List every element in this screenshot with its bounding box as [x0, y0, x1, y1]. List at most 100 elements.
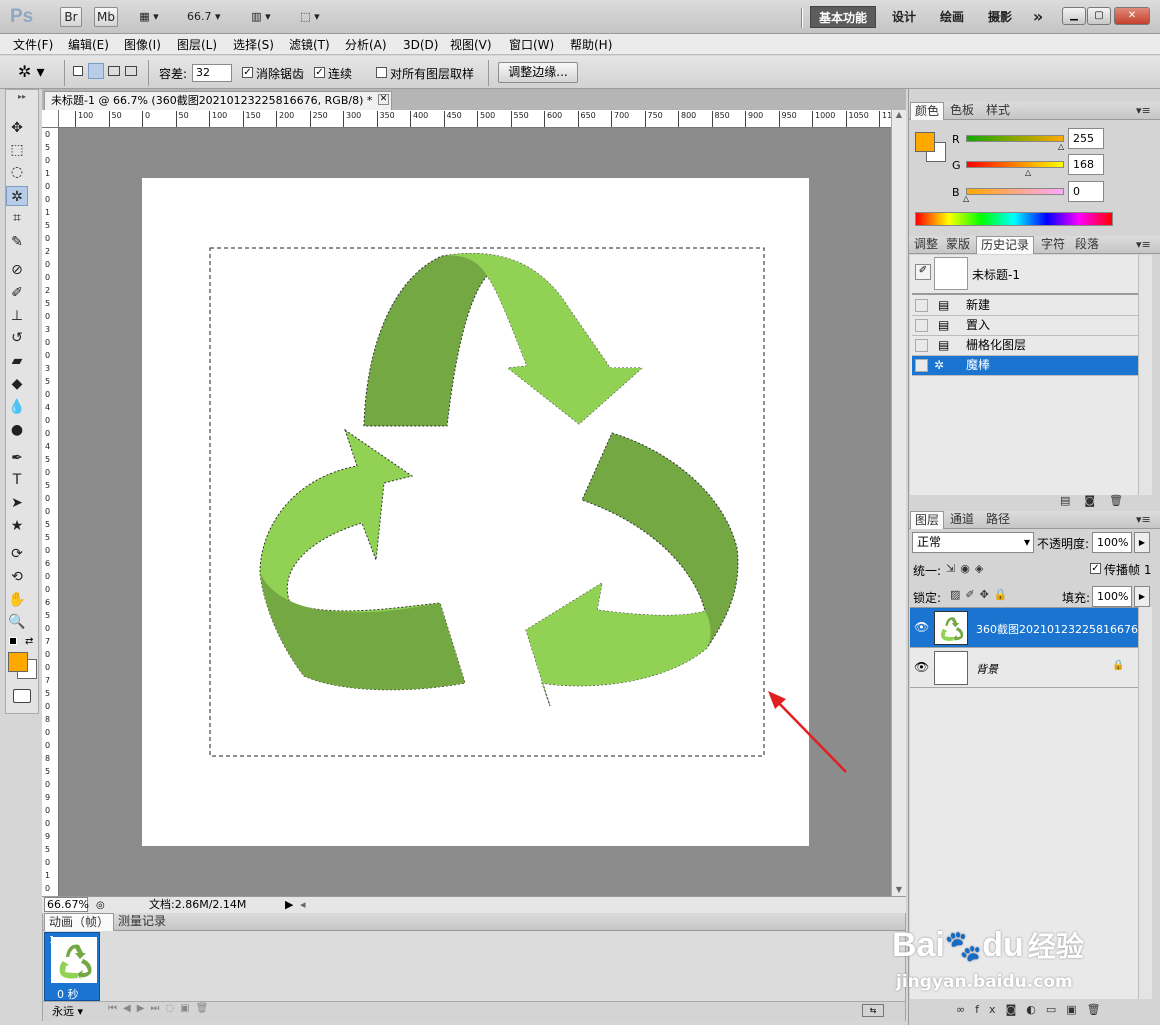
new-document-from-state-icon[interactable]: ▤ [1060, 494, 1084, 507]
history-state[interactable]: ▤ 新建 [912, 296, 1138, 316]
opacity-input[interactable]: 100% [1092, 532, 1132, 553]
red-slider[interactable] [966, 135, 1064, 142]
snapshot-name[interactable]: 未标题-1 [972, 266, 1020, 283]
scroll-down-icon[interactable]: ▼ [892, 885, 906, 894]
magic-wand-preset-icon[interactable]: ✲ ▾ [18, 61, 58, 85]
panel-menu-icon[interactable]: ▾≡ [1136, 513, 1151, 526]
path-selection-tool-icon[interactable]: ➤ [6, 493, 28, 513]
layer-name[interactable]: 背景 [976, 661, 998, 677]
tab-color[interactable]: 颜色 [910, 102, 945, 120]
quick-mask-icon[interactable] [13, 689, 31, 703]
zoom-level-dropdown[interactable]: 66.7 ▾ [186, 7, 232, 27]
history-state[interactable]: ▤ 栅格化图层 [912, 336, 1138, 356]
add-to-selection-icon[interactable] [88, 63, 104, 79]
frame-delay[interactable]: 0 秒 [57, 986, 79, 1002]
tab-masks[interactable]: 蒙版 [942, 236, 974, 253]
visibility-eye-icon[interactable]: 👁 [914, 660, 929, 674]
tab-measurement-log[interactable]: 测量记录 [114, 913, 170, 930]
blue-value-input[interactable]: 0 [1068, 181, 1104, 202]
blur-tool-icon[interactable]: 💧 [6, 397, 28, 417]
blue-slider-handle-icon[interactable]: △ [963, 194, 969, 203]
history-brush-source-icon[interactable]: ✐ [915, 264, 931, 280]
tab-channels[interactable]: 通道 [946, 511, 978, 528]
delete-layer-icon[interactable]: 🗑 [1087, 1003, 1111, 1016]
menu-select[interactable]: 选择(S) [233, 37, 274, 53]
unify-visibility-icon[interactable]: ◉ [960, 562, 975, 575]
color-foreground-swatch[interactable] [915, 132, 935, 152]
more-workspaces-button[interactable]: » [1026, 6, 1050, 28]
paint-bucket-tool-icon[interactable]: ◆ [6, 374, 28, 394]
workspace-design[interactable]: 设计 [884, 6, 924, 28]
layer-name[interactable]: 360截图20210123225816676 [976, 621, 1138, 637]
red-slider-handle-icon[interactable]: △ [1058, 142, 1064, 151]
tween-icon[interactable]: ◌ [165, 1003, 180, 1014]
snapshot-thumbnail[interactable] [934, 257, 968, 290]
delete-frame-icon[interactable]: 🗑 [196, 1003, 215, 1014]
status-menu-arrow-icon[interactable]: ▶ [285, 897, 293, 913]
blend-mode-dropdown[interactable]: 正常 ▾ [912, 532, 1034, 553]
eyedropper-tool-icon[interactable]: ✎ [6, 232, 28, 252]
tab-layers[interactable]: 图层 [910, 511, 945, 529]
close-document-icon[interactable]: ✕ [378, 94, 389, 105]
arrange-documents-dropdown[interactable]: ▥ ▾ [244, 7, 278, 27]
3d-rotate-tool-icon[interactable]: ⟳ [6, 544, 28, 564]
tab-paths[interactable]: 路径 [982, 511, 1014, 528]
antialias-checkbox[interactable]: ✓ [242, 67, 253, 78]
green-slider-handle-icon[interactable]: △ [1025, 168, 1031, 177]
magic-wand-tool-icon[interactable]: ✲ [6, 186, 28, 206]
new-selection-icon[interactable] [73, 66, 83, 76]
document-tab[interactable]: 未标题-1 @ 66.7% (360截图20210123225816676, R… [44, 91, 392, 110]
tab-adjustments[interactable]: 调整 [910, 236, 942, 253]
fill-slider-toggle-icon[interactable]: ▶ [1134, 586, 1150, 607]
tab-animation-frames[interactable]: 动画（帧） [44, 913, 115, 931]
layers-scrollbar[interactable] [1138, 607, 1152, 999]
ruler-origin[interactable] [42, 110, 59, 128]
history-brush-toggle[interactable] [915, 299, 928, 312]
unify-position-icon[interactable]: ⇲ [946, 562, 960, 575]
delete-state-icon[interactable]: 🗑 [1109, 494, 1137, 507]
color-spectrum-ramp[interactable] [915, 212, 1113, 226]
visibility-eye-icon[interactable]: 👁 [914, 620, 929, 634]
menu-view[interactable]: 视图(V) [450, 37, 492, 53]
history-brush-toggle[interactable] [915, 339, 928, 352]
menu-analysis[interactable]: 分析(A) [345, 37, 387, 53]
menu-3d[interactable]: 3D(D) [403, 37, 438, 53]
next-frame-icon[interactable]: ⏭ [150, 1003, 165, 1014]
hand-tool-icon[interactable]: ✋ [6, 590, 28, 610]
toolbar-collapse-icon[interactable]: ▸▸ [5, 92, 39, 102]
3d-orbit-tool-icon[interactable]: ⟲ [6, 567, 28, 587]
scroll-left-icon[interactable]: ◂ [300, 897, 306, 913]
tab-history[interactable]: 历史记录 [976, 236, 1035, 254]
clone-stamp-tool-icon[interactable]: ⊥ [6, 306, 28, 326]
menu-layer[interactable]: 图层(L) [177, 37, 217, 53]
foreground-color-swatch[interactable] [8, 652, 28, 672]
swap-colors-icon[interactable]: ⇄ [25, 636, 33, 647]
green-value-input[interactable]: 168 [1068, 154, 1104, 175]
default-colors-icon[interactable] [9, 637, 17, 645]
play-icon[interactable]: ▶ [137, 1003, 151, 1014]
status-info-icon[interactable]: ◎ [96, 898, 105, 914]
new-layer-icon[interactable]: ▣ [1066, 1003, 1086, 1016]
tab-character[interactable]: 字符 [1037, 236, 1069, 253]
history-brush-toggle[interactable] [915, 359, 928, 372]
loop-option-dropdown[interactable]: 永远 ▾ [52, 1003, 83, 1019]
tab-swatches[interactable]: 色板 [946, 102, 978, 119]
workspace-photography[interactable]: 摄影 [980, 6, 1020, 28]
previous-frame-icon[interactable]: ◀ [123, 1003, 137, 1014]
workspace-essentials[interactable]: 基本功能 [810, 6, 876, 28]
history-brush-tool-icon[interactable]: ↺ [6, 328, 28, 348]
lasso-tool-icon[interactable]: ◌ [6, 162, 28, 182]
history-state-selected[interactable]: ✲ 魔棒 [912, 356, 1138, 376]
tab-paragraph[interactable]: 段落 [1071, 236, 1103, 253]
crop-tool-icon[interactable]: ⌗ [6, 208, 28, 228]
layer-mask-icon[interactable]: ◙ [1006, 1003, 1027, 1016]
menu-filter[interactable]: 滤镜(T) [289, 37, 330, 53]
lock-all-icon[interactable]: 🔒 [994, 588, 1013, 601]
opacity-slider-toggle-icon[interactable]: ▶ [1134, 532, 1150, 553]
workspace-painting[interactable]: 绘画 [932, 6, 972, 28]
new-snapshot-icon[interactable]: ◙ [1084, 494, 1109, 507]
history-state[interactable]: ▤ 置入 [912, 316, 1138, 336]
blue-slider[interactable] [966, 188, 1064, 195]
maximize-icon[interactable]: ▢ [1087, 7, 1111, 25]
animation-frame-1[interactable]: 1 0 秒 [44, 932, 100, 1001]
